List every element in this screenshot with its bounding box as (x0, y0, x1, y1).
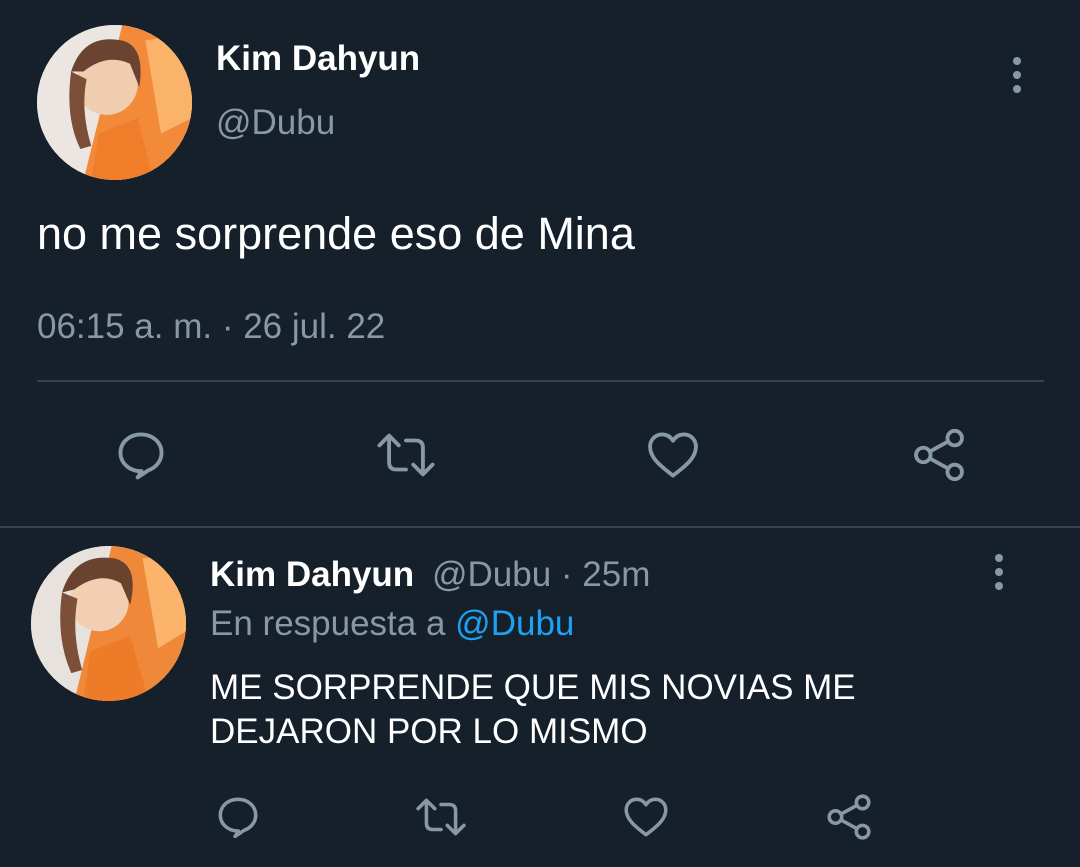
like-icon[interactable] (643, 426, 703, 484)
reply-to-handle-link[interactable]: @Dubu (455, 604, 574, 643)
main-tweet-author-handle[interactable]: @Dubu (216, 102, 335, 144)
reply-icon[interactable] (213, 792, 263, 842)
reply-tweet-more-icon[interactable] (990, 554, 1008, 594)
main-tweet-author-name[interactable]: Kim Dahyun (216, 38, 420, 80)
share-icon[interactable] (824, 792, 874, 842)
reply-tweet-avatar[interactable] (31, 546, 186, 701)
reply-tweet-text-line: DEJARON POR LO MISMO (210, 712, 648, 751)
reply-tweet-text: ME SORPRENDE QUE MIS NOVIAS ME DEJARON P… (210, 666, 856, 754)
avatar-photo-icon (31, 546, 186, 701)
main-tweet-more-icon[interactable] (1008, 57, 1026, 97)
reply-tweet-author-name[interactable]: Kim Dahyun (210, 554, 414, 596)
avatar-photo-icon (37, 25, 192, 180)
reply-icon[interactable] (112, 426, 170, 484)
reply-tweet-author-meta[interactable]: @Dubu · 25m (432, 554, 650, 596)
main-tweet-timestamp[interactable]: 06:15 a. m. · 26 jul. 22 (37, 306, 385, 348)
main-tweet-text: no me sorprende eso de Mina (37, 208, 635, 259)
like-icon[interactable] (620, 792, 672, 842)
reply-context: En respuesta a @Dubu (210, 603, 574, 645)
retweet-icon[interactable] (413, 792, 469, 842)
retweet-icon[interactable] (374, 426, 438, 484)
tweet-separator (0, 526, 1080, 528)
main-tweet-divider (37, 380, 1044, 382)
reply-context-prefix: En respuesta a (210, 604, 446, 643)
share-icon[interactable] (910, 426, 968, 484)
main-tweet-avatar[interactable] (37, 25, 192, 180)
reply-tweet-text-line: ME SORPRENDE QUE MIS NOVIAS ME (210, 668, 856, 707)
